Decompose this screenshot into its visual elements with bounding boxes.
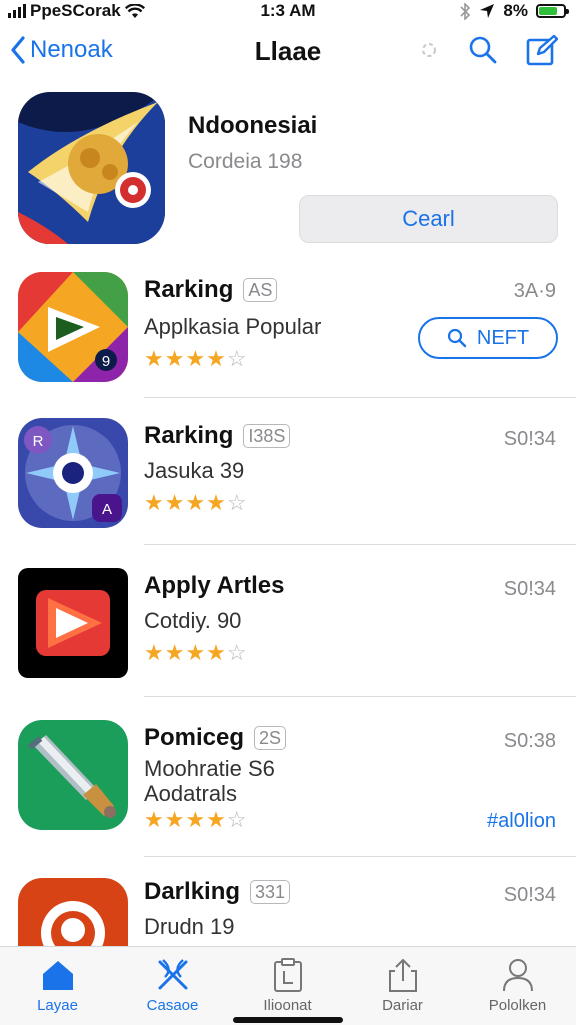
tab-layae[interactable]: Layae (0, 953, 115, 1014)
app-subtitle: Moohratie S6 (144, 756, 275, 781)
app-meta: S0:38 (503, 730, 556, 752)
svg-text:9: 9 (102, 353, 110, 370)
app-icon (18, 720, 128, 830)
tab-ilioonat[interactable]: Ilioonat (230, 953, 345, 1014)
tab-label: Casaoe (146, 997, 199, 1014)
compose-icon (526, 34, 558, 66)
app-title-row: Darlking 331 (144, 878, 291, 906)
home-indicator (233, 1017, 343, 1023)
tab-bar: Layae Casaoe Ilioonat Dariar Pololken (0, 946, 576, 1025)
rating-stars: ★★★★☆ (144, 807, 248, 832)
tab-label: Layae (37, 997, 78, 1014)
list-item[interactable]: 9 Rarking AS Applkasia Popular ★★★★☆ 3A·9… (0, 272, 576, 402)
divider (144, 696, 576, 697)
app-icon (18, 878, 128, 946)
app-badge: I38S (243, 424, 291, 448)
person-icon (502, 959, 533, 992)
divider (144, 397, 576, 398)
app-title: Rarking (144, 422, 234, 449)
tab-label: Dariar (382, 997, 423, 1014)
app-title: Pomiceg (144, 724, 245, 751)
app-meta: S0!34 (503, 428, 556, 450)
featured-get-button[interactable]: Cearl (299, 195, 558, 243)
clipboard-icon (273, 958, 302, 992)
app-link[interactable]: #al0lion (487, 810, 556, 833)
featured-subtitle: Cordeia 198 (188, 150, 303, 173)
divider (144, 544, 576, 545)
compose-button[interactable] (526, 34, 558, 66)
app-title: Darlking (144, 878, 241, 905)
app-badge: 2S (254, 726, 287, 750)
list-item[interactable]: R A Rarking I38S Jasuka 39 ★★★★☆ S0!34 (0, 418, 576, 548)
app-meta: S0!34 (503, 578, 556, 600)
list-item[interactable]: Pomiceg 2S Moohratie S6 Aodatrals ★★★★☆ S… (0, 720, 576, 860)
navigation-bar: Nenoak Llaae (0, 28, 576, 78)
rating-stars: ★★★★☆ (144, 346, 248, 371)
loading-icon (418, 39, 440, 61)
tab-label: Pololken (488, 997, 547, 1014)
battery-icon (536, 4, 569, 18)
featured-app-icon (18, 92, 165, 244)
next-button-label: NEFT (476, 326, 530, 349)
share-icon (388, 958, 417, 992)
app-icon: 9 (18, 272, 128, 382)
divider (144, 856, 576, 857)
status-bar: PpeSCorak 1:3 AM 8% (0, 0, 576, 24)
app-badge: AS (243, 278, 278, 302)
app-badge: 331 (250, 880, 291, 904)
app-meta: S0!34 (503, 884, 556, 906)
search-icon (469, 36, 497, 64)
app-title-row: Rarking I38S (144, 422, 291, 450)
tools-icon (158, 959, 187, 990)
app-title-row: Pomiceg 2S (144, 724, 287, 752)
home-icon (42, 961, 73, 990)
app-subtitle: Applkasia Popular (144, 314, 322, 339)
app-title: Rarking (144, 276, 234, 303)
app-subtitle-secondary: Aodatrals (144, 781, 237, 806)
next-button[interactable]: NEFT (418, 317, 558, 359)
app-title-row: Rarking AS (144, 276, 278, 304)
search-button[interactable] (468, 35, 498, 65)
app-subtitle: Jasuka 39 (144, 458, 245, 483)
tab-label: Ilioonat (263, 997, 312, 1014)
tab-pololken[interactable]: Pololken (460, 953, 575, 1014)
app-icon: R A (18, 418, 128, 528)
rating-stars: ★★★★☆ (144, 490, 248, 515)
location-icon (480, 4, 495, 18)
status-right: 8% (459, 1, 569, 21)
app-subtitle: Cotdiy. 90 (144, 608, 242, 633)
featured-title: Ndoonesiai (188, 112, 318, 139)
list-item[interactable]: Apply Artles Cotdiy. 90 ★★★★☆ S0!34 (0, 568, 576, 698)
app-meta: 3A·9 (513, 280, 556, 302)
tab-casaoe[interactable]: Casaoe (115, 953, 230, 1014)
search-icon (447, 328, 467, 348)
featured-app[interactable]: Ndoonesiai Cordeia 198 Cearl (18, 92, 558, 247)
nav-actions (418, 34, 558, 66)
svg-text:A: A (102, 501, 112, 518)
tab-dariar[interactable]: Dariar (345, 953, 460, 1014)
rating-stars: ★★★★☆ (144, 640, 248, 665)
app-subtitle: Drudn 19 (144, 914, 235, 939)
app-title-row: Apply Artles (144, 572, 284, 600)
bluetooth-icon (460, 2, 471, 20)
app-title: Apply Artles (144, 572, 285, 599)
svg-text:R: R (33, 433, 44, 450)
battery-percent: 8% (503, 1, 528, 20)
app-icon (18, 568, 128, 678)
